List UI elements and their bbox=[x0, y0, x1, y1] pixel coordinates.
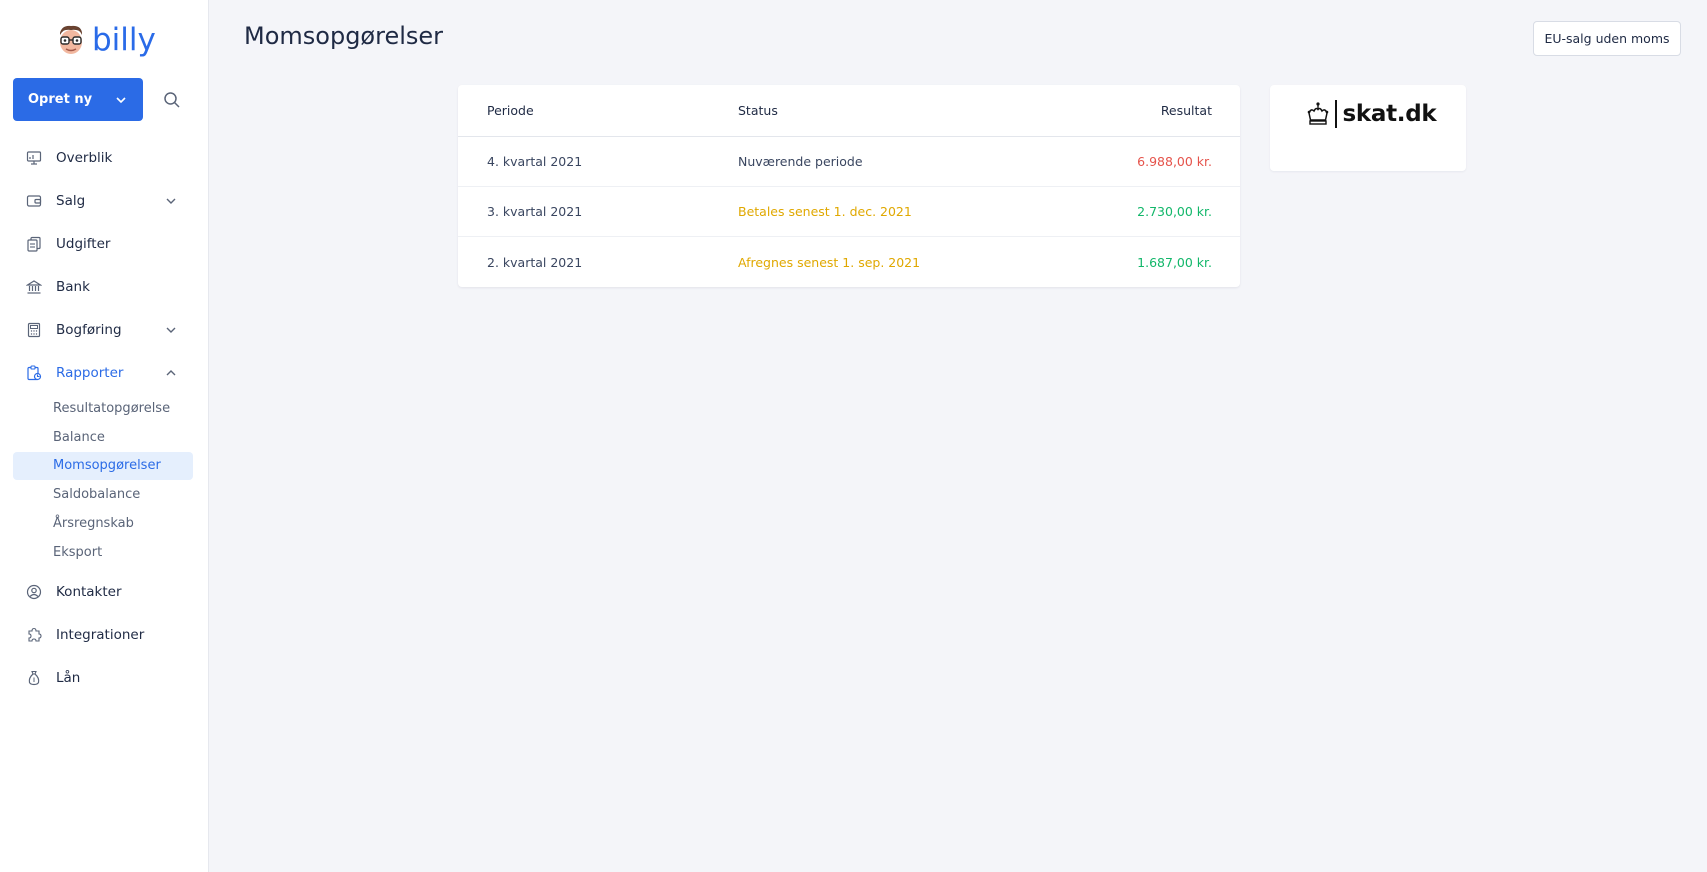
subnav-item-saldobalance[interactable]: Saldobalance bbox=[13, 480, 193, 509]
table-row[interactable]: 2. kvartal 2021 Afregnes senest 1. sep. … bbox=[458, 237, 1240, 287]
nav-label: Kontakter bbox=[56, 584, 122, 601]
money-bag-icon bbox=[28, 671, 40, 686]
nav-item-rapporter[interactable]: Rapporter bbox=[13, 351, 193, 394]
billy-face-icon bbox=[60, 25, 82, 54]
nav-label: Bogføring bbox=[56, 321, 122, 338]
billy-logo[interactable]: billy bbox=[56, 20, 156, 60]
nav-item-udgifter[interactable]: Udgifter bbox=[13, 222, 193, 265]
crown-icon bbox=[1307, 102, 1329, 125]
search-icon[interactable] bbox=[162, 90, 182, 110]
status-cell: Afregnes senest 1. sep. 2021 bbox=[738, 254, 921, 270]
dashboard-icon bbox=[26, 150, 42, 165]
result-cell: 6.988,00 kr. bbox=[1137, 154, 1212, 169]
column-header-status: Status bbox=[738, 103, 778, 118]
chevron-down-icon bbox=[166, 198, 176, 204]
skat-link-card[interactable]: skat.dk bbox=[1270, 85, 1466, 171]
nav-label: Overblik bbox=[56, 149, 113, 166]
nav-item-lan[interactable]: Lån bbox=[13, 657, 193, 700]
main-nav: Overblik Salg Udgifter Bank Bogføring Ra… bbox=[13, 136, 193, 700]
nav-label: Lån bbox=[56, 670, 81, 687]
receipt-icon bbox=[27, 236, 41, 252]
logo-divider bbox=[1335, 100, 1337, 128]
calculator-icon bbox=[27, 322, 41, 337]
vat-reports-table: Periode Status Resultat 4. kvartal 2021 … bbox=[458, 85, 1240, 287]
column-header-period: Periode bbox=[487, 103, 534, 118]
period-cell: 4. kvartal 2021 bbox=[487, 154, 583, 169]
page-title: Momsopgørelser bbox=[244, 22, 444, 50]
table-row[interactable]: 3. kvartal 2021 Betales senest 1. dec. 2… bbox=[458, 187, 1240, 237]
subnav-item-resultatopgorelse[interactable]: Resultatopgørelse bbox=[13, 394, 193, 423]
bank-icon bbox=[26, 279, 42, 294]
chevron-down-icon bbox=[166, 327, 176, 333]
status-cell: Nuværende periode bbox=[738, 154, 863, 169]
nav-label: Udgifter bbox=[56, 235, 111, 252]
result-cell: 1.687,00 kr. bbox=[1137, 254, 1212, 270]
nav-item-integrationer[interactable]: Integrationer bbox=[13, 614, 193, 657]
create-new-button[interactable]: Opret ny bbox=[13, 78, 143, 121]
skat-logo-text: skat.dk bbox=[1342, 101, 1437, 127]
column-header-result: Resultat bbox=[1160, 103, 1212, 118]
status-cell: Betales senest 1. dec. 2021 bbox=[738, 204, 912, 219]
table-header: Periode Status Resultat bbox=[458, 85, 1240, 137]
nav-item-overblik[interactable]: Overblik bbox=[13, 136, 193, 179]
subnav-item-eksport[interactable]: Eksport bbox=[13, 538, 193, 567]
skat-logo: skat.dk bbox=[1306, 99, 1437, 129]
subnav-item-arsregnskab[interactable]: Årsregnskab bbox=[13, 509, 193, 538]
create-new-label: Opret ny bbox=[28, 92, 93, 107]
reports-subnav: Resultatopgørelse Balance Momsopgørelser… bbox=[13, 394, 193, 571]
eu-sales-without-vat-button[interactable]: EU-salg uden moms bbox=[1533, 21, 1681, 56]
logo-text: billy bbox=[92, 21, 156, 58]
chevron-down-icon bbox=[116, 96, 126, 103]
subnav-item-momsopgorelser[interactable]: Momsopgørelser bbox=[13, 451, 193, 481]
period-cell: 3. kvartal 2021 bbox=[487, 204, 583, 219]
puzzle-icon bbox=[28, 628, 42, 642]
nav-item-bank[interactable]: Bank bbox=[13, 265, 193, 308]
nav-label: Integrationer bbox=[56, 627, 145, 644]
result-cell: 2.730,00 kr. bbox=[1137, 204, 1212, 219]
report-icon bbox=[27, 364, 42, 380]
nav-label: Rapporter bbox=[56, 364, 124, 381]
subnav-item-balance[interactable]: Balance bbox=[13, 423, 193, 452]
sidebar: billy Opret ny Overblik Salg Udgifter Ba… bbox=[0, 0, 209, 872]
wallet-icon bbox=[26, 194, 42, 207]
nav-item-salg[interactable]: Salg bbox=[13, 179, 193, 222]
table-row[interactable]: 4. kvartal 2021 Nuværende periode 6.988,… bbox=[458, 137, 1240, 187]
nav-label: Bank bbox=[56, 278, 90, 295]
period-cell: 2. kvartal 2021 bbox=[487, 254, 583, 270]
nav-item-kontakter[interactable]: Kontakter bbox=[13, 571, 193, 614]
nav-item-bogforing[interactable]: Bogføring bbox=[13, 308, 193, 351]
nav-label: Salg bbox=[56, 192, 86, 209]
contact-icon bbox=[26, 585, 42, 600]
chevron-up-icon bbox=[166, 370, 176, 376]
